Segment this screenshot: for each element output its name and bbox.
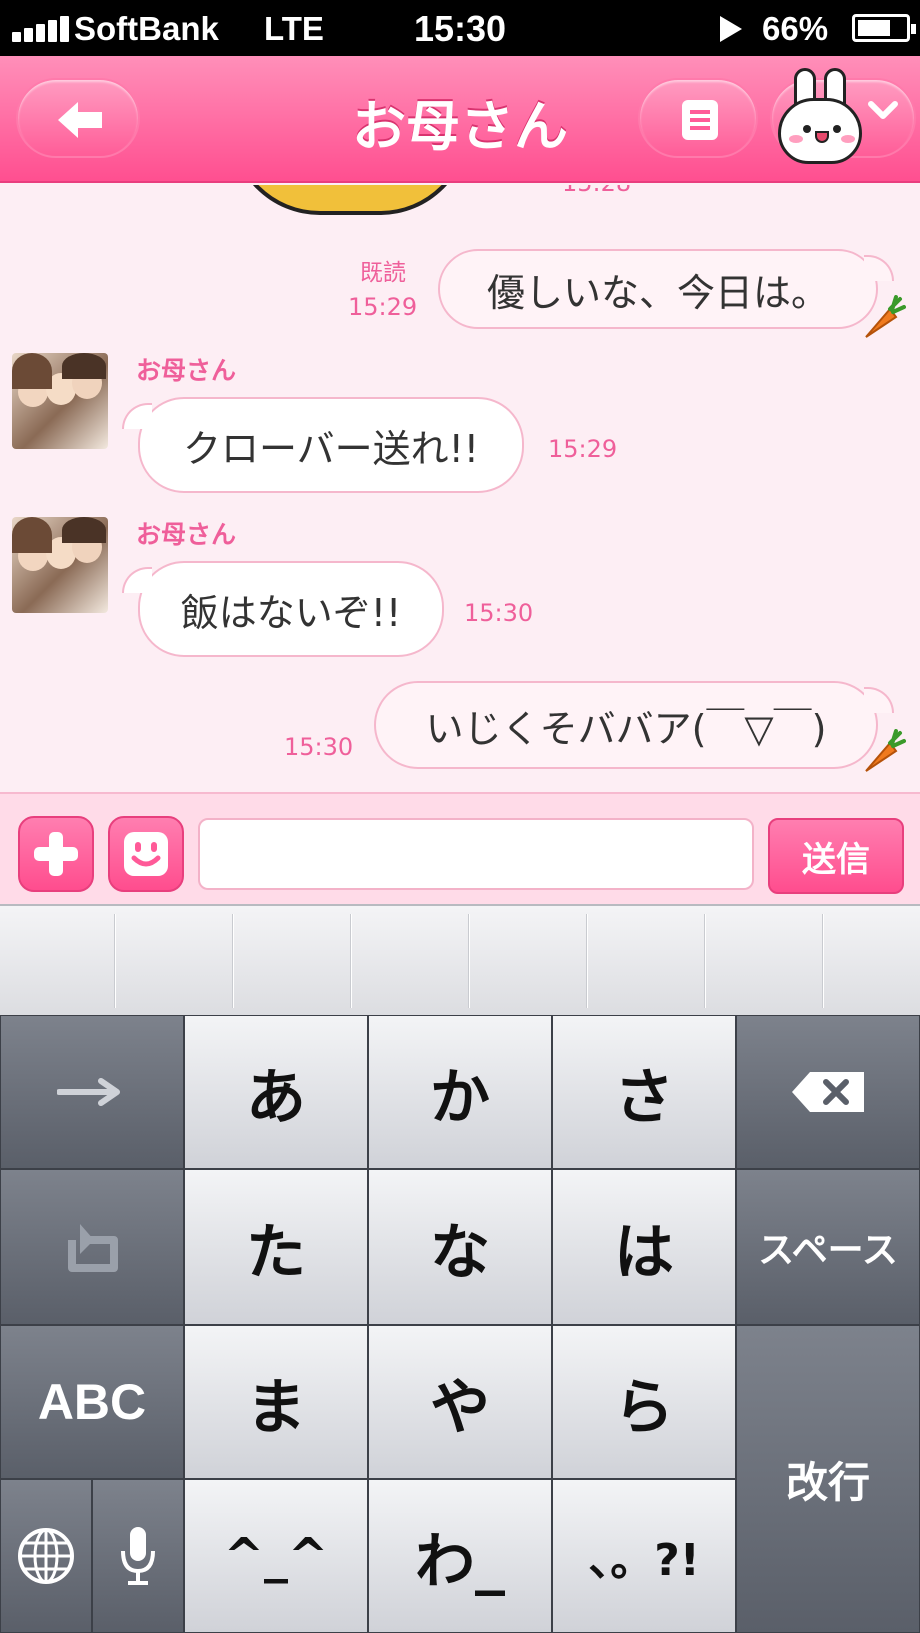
sender-name: お母さん bbox=[136, 356, 237, 385]
message-text: 優しいな、今日は。 bbox=[486, 270, 829, 315]
message-input[interactable] bbox=[198, 818, 754, 890]
smiley-icon bbox=[124, 832, 168, 876]
menu-button[interactable] bbox=[638, 78, 758, 158]
arrow-right-key[interactable] bbox=[0, 1015, 184, 1169]
message-input-bar: 送信 bbox=[0, 792, 920, 904]
return-key[interactable]: 改行 bbox=[736, 1325, 920, 1633]
arrow-right-icon bbox=[57, 1078, 120, 1106]
message-bubble-incoming[interactable]: 飯はないぞ!! bbox=[122, 561, 444, 657]
undo-key[interactable] bbox=[0, 1169, 184, 1325]
key-kaomoji[interactable]: ^_^ bbox=[184, 1479, 368, 1633]
message-text: クローバー送れ!! bbox=[182, 426, 480, 471]
avatar[interactable] bbox=[12, 353, 108, 449]
read-receipt: 既読 bbox=[360, 260, 406, 286]
play-icon bbox=[720, 16, 742, 42]
message-time: 15:29 bbox=[348, 293, 418, 321]
abc-key[interactable]: ABC bbox=[0, 1325, 184, 1479]
message-time: 15:30 bbox=[284, 733, 354, 761]
delete-key[interactable] bbox=[736, 1015, 920, 1169]
key-ka[interactable]: か bbox=[368, 1015, 552, 1169]
chat-header: お母さん bbox=[0, 56, 920, 183]
key-a[interactable]: あ bbox=[184, 1015, 368, 1169]
kana-keyboard: あ か さ た な は スペース ABC ま や ら 改行 ^_^ わ_ 、。?… bbox=[0, 1015, 920, 1633]
battery-percent: 66% bbox=[762, 10, 829, 47]
sender-name: お母さん bbox=[136, 520, 237, 549]
carrot-icon bbox=[865, 295, 906, 338]
microphone-icon bbox=[121, 1527, 155, 1585]
avatar[interactable] bbox=[12, 517, 108, 613]
message-bubble-incoming[interactable]: クローバー送れ!! bbox=[122, 397, 524, 493]
candidate-bar[interactable] bbox=[0, 904, 920, 1015]
message-time: 15:28 bbox=[562, 185, 631, 197]
key-ta[interactable]: た bbox=[184, 1169, 368, 1325]
rabbit-mascot-icon bbox=[776, 68, 866, 168]
message-text: いじくそババア(￣▽￣) bbox=[425, 706, 827, 751]
message-bubble-outgoing[interactable]: 優しいな、今日は。 bbox=[438, 249, 894, 329]
key-ra[interactable]: ら bbox=[552, 1325, 736, 1479]
list-menu-icon bbox=[682, 100, 718, 140]
carrot-icon bbox=[865, 729, 906, 772]
plus-icon bbox=[34, 832, 78, 876]
add-attachment-button[interactable] bbox=[18, 816, 94, 892]
status-bar: SoftBank LTE 15:30 66% bbox=[0, 0, 920, 56]
key-ya[interactable]: や bbox=[368, 1325, 552, 1479]
key-punctuation[interactable]: 、。?! bbox=[552, 1479, 736, 1633]
globe-icon bbox=[18, 1528, 74, 1584]
message-bubble-outgoing[interactable]: いじくそババア(￣▽￣) bbox=[374, 681, 894, 769]
sticker-image bbox=[230, 185, 470, 215]
message-time: 15:30 bbox=[464, 599, 534, 627]
emoji-button[interactable] bbox=[108, 816, 184, 892]
message-text: 飯はないぞ!! bbox=[180, 590, 402, 635]
key-ma[interactable]: ま bbox=[184, 1325, 368, 1479]
key-ha[interactable]: は bbox=[552, 1169, 736, 1325]
microphone-key[interactable] bbox=[92, 1479, 184, 1633]
message-time: 15:29 bbox=[548, 435, 618, 463]
battery-icon bbox=[852, 14, 916, 42]
key-na[interactable]: な bbox=[368, 1169, 552, 1325]
send-button[interactable]: 送信 bbox=[768, 818, 904, 894]
key-wa[interactable]: わ_ bbox=[368, 1479, 552, 1633]
globe-key[interactable] bbox=[0, 1479, 92, 1633]
chevron-down-icon bbox=[868, 101, 898, 119]
undo-icon bbox=[68, 1224, 118, 1272]
backspace-icon bbox=[792, 1072, 864, 1112]
key-sa[interactable]: さ bbox=[552, 1015, 736, 1169]
space-key[interactable]: スペース bbox=[736, 1169, 920, 1325]
chat-area[interactable]: 15:28 既読 15:29 優しいな、今日は。 お母さん クローバー送れ!! … bbox=[0, 185, 920, 792]
